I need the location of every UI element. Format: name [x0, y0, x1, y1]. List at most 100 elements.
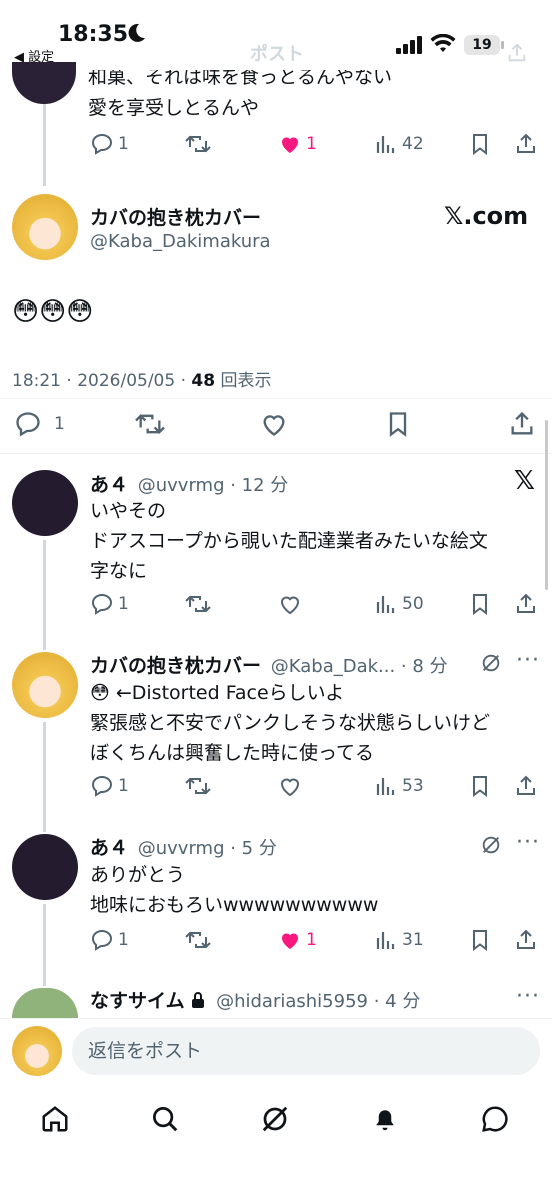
bell-icon[interactable]	[370, 1104, 400, 1134]
xcom-badge: 𝕏.com	[444, 202, 529, 230]
reply-button[interactable]: 1	[90, 928, 129, 952]
share-icon[interactable]	[508, 410, 536, 438]
search-icon[interactable]	[150, 1104, 180, 1134]
scrollbar[interactable]	[545, 420, 548, 590]
battery-indicator: 19	[464, 35, 504, 55]
like-button[interactable]: 1	[278, 928, 317, 952]
heart-icon[interactable]	[278, 774, 302, 798]
author-meta[interactable]: @hidariashi5959 · 4 分	[216, 991, 420, 1012]
tweet-actions: 1	[0, 410, 552, 440]
views-icon	[376, 778, 395, 795]
bookmark-icon[interactable]	[384, 410, 412, 438]
reply-count: 1	[118, 776, 129, 796]
views-icon	[376, 932, 395, 949]
bookmark-icon[interactable]	[468, 928, 492, 952]
reply-icon	[91, 593, 113, 615]
views-icon	[376, 596, 395, 613]
reply-button[interactable]: 1	[90, 132, 129, 156]
bookmark-icon[interactable]	[468, 774, 492, 798]
author-handle[interactable]: @Kaba_Dakimakura	[90, 231, 271, 252]
author-name[interactable]: あ４	[90, 474, 128, 496]
retweet-icon[interactable]	[185, 592, 211, 616]
share-icon[interactable]	[514, 774, 538, 798]
more-options-icon[interactable]: ···	[516, 648, 540, 673]
retweet-icon[interactable]	[134, 410, 166, 438]
reply-header: あ４ @uvvrmg · 5 分	[90, 833, 277, 860]
wifi-icon	[430, 34, 456, 52]
avatar[interactable]	[12, 62, 76, 104]
author-name[interactable]: カバの抱き枕カバー	[90, 203, 261, 230]
share-icon[interactable]	[514, 928, 538, 952]
author-meta[interactable]: @uvvrmg · 5 分	[138, 838, 277, 859]
lock-icon	[192, 992, 205, 1008]
views-button[interactable]: 50	[374, 592, 424, 616]
author-name[interactable]: あ４	[90, 837, 128, 859]
reply-text-line: 緊張感と不安でパンクしそうな状態らしいけど	[90, 712, 490, 734]
author-name[interactable]: カバの抱き枕カバー	[90, 655, 261, 677]
view-count: 48	[191, 371, 216, 391]
share-icon[interactable]	[514, 132, 538, 156]
time-date: 18:21 · 2026/05/05 ·	[12, 371, 192, 391]
author-meta[interactable]: @uvvrmg · 12 分	[138, 475, 289, 496]
reply-button[interactable]: 1	[90, 592, 129, 616]
avatar[interactable]	[12, 652, 78, 718]
reply-text-line: 地味におもろいwwwwwwwwww	[90, 894, 379, 916]
bookmark-icon[interactable]	[468, 132, 492, 156]
divider	[0, 453, 552, 454]
bookmark-icon[interactable]	[468, 592, 492, 616]
avatar[interactable]	[12, 194, 78, 260]
reply-header: なすサイム @hidariashi5959 · 4 分	[90, 986, 420, 1013]
heart-filled-icon	[282, 933, 298, 949]
reply-text-line: ドアスコープから覗いた配達業者みたいな絵文	[90, 530, 488, 552]
reply-text-line: ありがとう	[90, 864, 186, 886]
reply-button[interactable]: 1	[14, 410, 65, 438]
grok-icon[interactable]	[480, 834, 502, 856]
reply-text-line: 😳 ←Distorted Faceらしいよ	[90, 682, 345, 704]
share-icon[interactable]	[506, 42, 528, 64]
retweet-icon[interactable]	[185, 928, 211, 952]
heart-filled-icon	[282, 137, 298, 153]
like-button[interactable]: 1	[278, 132, 317, 156]
reply-text-line: いやその	[90, 500, 167, 522]
author-meta[interactable]: @Kaba_Dak... · 8 分	[271, 656, 448, 677]
avatar[interactable]	[12, 988, 78, 1018]
views-label: 回表示	[215, 371, 272, 391]
reply-button[interactable]: 1	[90, 774, 129, 798]
views-button[interactable]: 53	[374, 774, 424, 798]
author-name[interactable]: なすサイム	[90, 990, 185, 1012]
avatar[interactable]	[12, 834, 78, 900]
view-count: 31	[402, 930, 424, 950]
tweet-actions: 1 50	[0, 592, 552, 622]
reply-text-line: 字なに	[90, 560, 148, 582]
avatar[interactable]	[12, 470, 78, 536]
reply-icon	[91, 929, 113, 951]
reply-icon	[91, 133, 113, 155]
grok-icon[interactable]	[260, 1104, 290, 1134]
heart-icon[interactable]	[278, 592, 302, 616]
view-count: 42	[402, 134, 424, 154]
signal-icon	[396, 36, 422, 54]
heart-icon[interactable]	[260, 410, 288, 438]
share-icon[interactable]	[514, 592, 538, 616]
more-options-icon[interactable]: ···	[516, 830, 540, 855]
tweet-actions: 1 1 31	[0, 928, 552, 958]
more-options-icon[interactable]: ···	[516, 984, 540, 1009]
views-button[interactable]: 42	[374, 132, 424, 156]
view-count: 53	[402, 776, 424, 796]
messages-icon[interactable]	[480, 1104, 510, 1134]
reply-count: 1	[118, 134, 129, 154]
divider	[0, 398, 552, 399]
reply-count: 1	[54, 414, 65, 434]
tweet-text-line: 愛を享受しとるんや	[88, 97, 260, 119]
moon-icon	[128, 23, 145, 42]
retweet-icon[interactable]	[185, 774, 211, 798]
views-button[interactable]: 31	[374, 928, 424, 952]
grok-icon[interactable]	[480, 652, 502, 674]
status-time: 18:35	[58, 22, 129, 47]
retweet-button[interactable]	[185, 132, 211, 156]
home-icon[interactable]	[40, 1104, 70, 1134]
tweet-text-line: 和菓、それは味を食っとるんやない	[88, 70, 393, 88]
reply-input[interactable]: 返信をポスト	[72, 1027, 540, 1075]
x-logo-icon: 𝕏	[514, 466, 535, 496]
like-count: 1	[306, 930, 317, 950]
